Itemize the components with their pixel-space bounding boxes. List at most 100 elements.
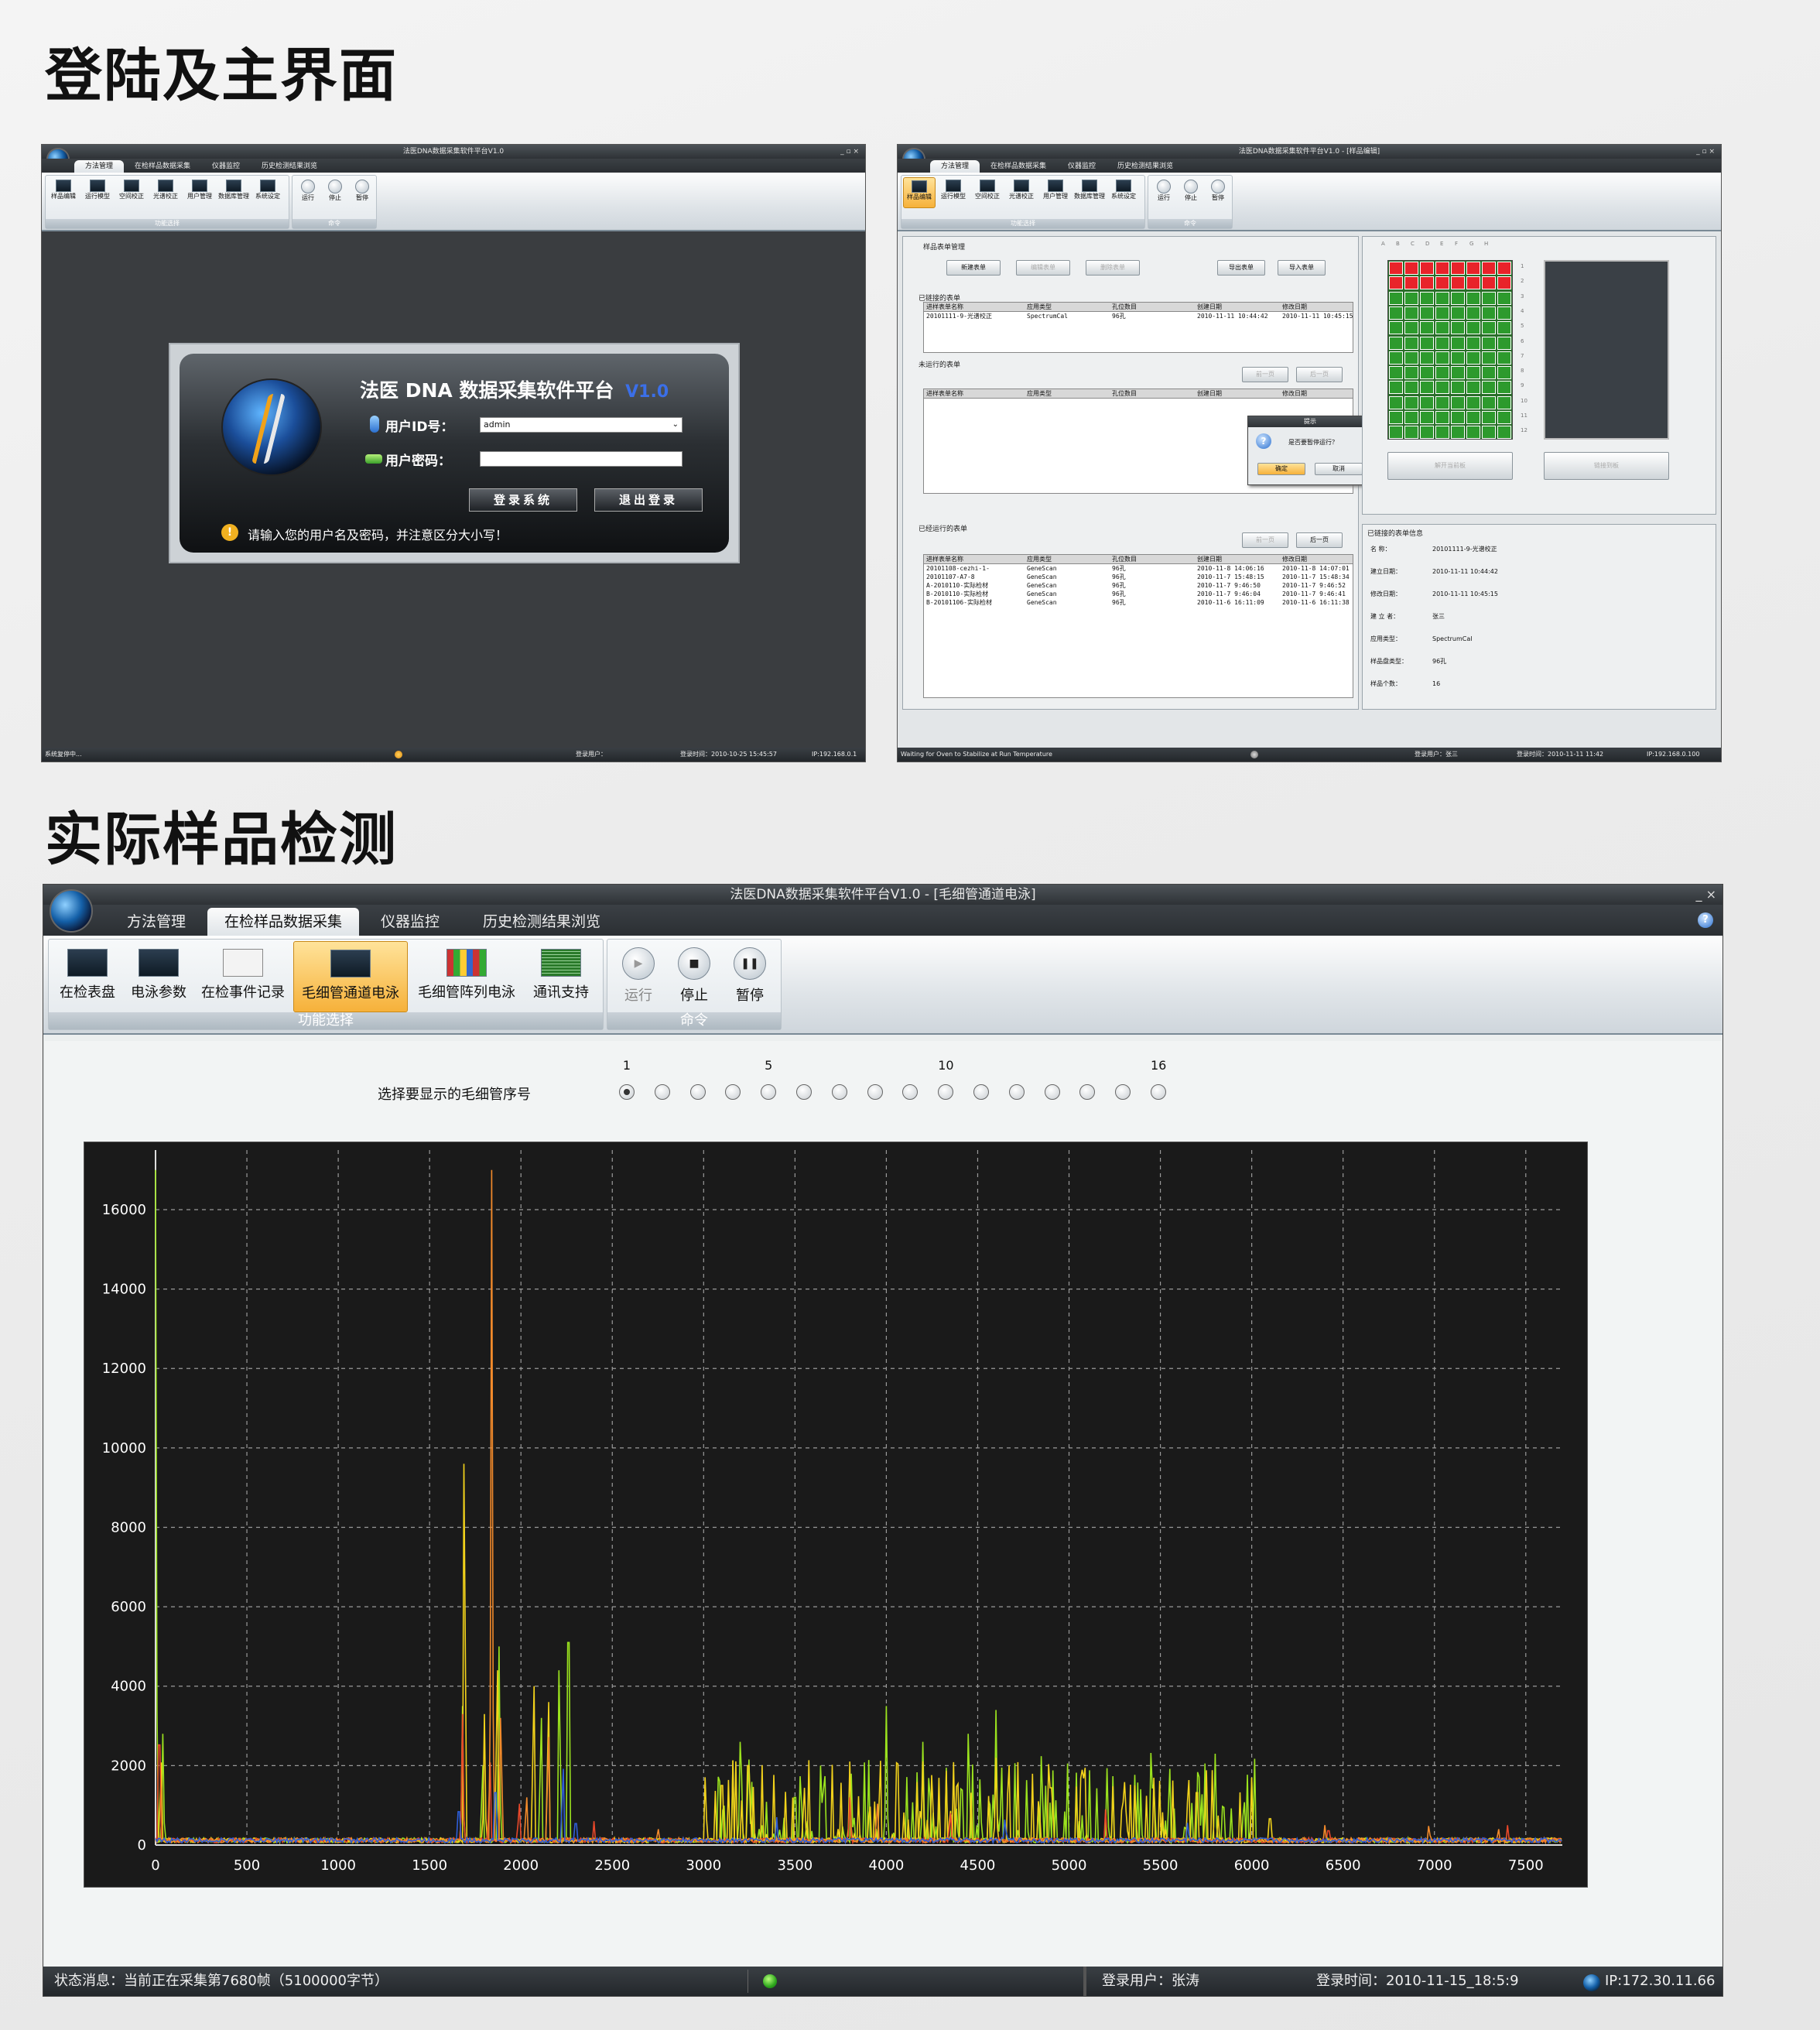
plate-well[interactable] [1420, 381, 1434, 395]
table-row[interactable]: A-2010110-实际检材 GeneScan 96孔 2010-11-7 9:46:… [924, 581, 1353, 590]
new-table-button[interactable]: 新建表单 [946, 260, 1001, 276]
ribbon-button-1[interactable]: 电泳参数 [125, 941, 193, 1012]
ribbon-button-1[interactable]: 运行模型 [937, 177, 970, 208]
column-header[interactable]: 修改日期 [1280, 555, 1353, 564]
plate-well[interactable] [1451, 381, 1465, 395]
plate-well[interactable] [1389, 336, 1403, 350]
column-header[interactable]: 应用类型 [1025, 303, 1110, 312]
column-header[interactable]: 创建日期 [1195, 389, 1280, 399]
plate-well[interactable] [1389, 291, 1403, 305]
plate-well[interactable] [1451, 306, 1465, 320]
plate-well[interactable] [1451, 262, 1465, 275]
sample-plate-grid[interactable] [1387, 260, 1513, 440]
capillary-radio-5[interactable] [761, 1084, 777, 1100]
capillary-radio-15[interactable] [1115, 1084, 1131, 1100]
plate-well[interactable] [1420, 306, 1434, 320]
plate-well[interactable] [1435, 336, 1449, 350]
command-button-2[interactable]: 暂停 [350, 177, 375, 208]
column-header[interactable]: 应用类型 [1025, 555, 1110, 564]
plate-well[interactable] [1389, 351, 1403, 365]
plate-well[interactable] [1404, 291, 1418, 305]
ribbon-button-0[interactable]: 样品编辑 [903, 177, 936, 208]
password-field[interactable] [480, 451, 682, 467]
plate-well[interactable] [1482, 321, 1496, 335]
plate-well[interactable] [1435, 262, 1449, 275]
plate-well[interactable] [1389, 395, 1403, 409]
plate-well[interactable] [1451, 321, 1465, 335]
app-logo-icon[interactable] [50, 889, 93, 933]
plate-well[interactable] [1435, 395, 1449, 409]
plate-well[interactable] [1466, 351, 1480, 365]
secondary-plate[interactable] [1544, 260, 1669, 440]
chevron-down-icon[interactable]: ⌄ [672, 418, 679, 432]
capillary-radio-3[interactable] [689, 1084, 706, 1100]
capillary-radio-4[interactable] [725, 1084, 741, 1100]
plate-well[interactable] [1404, 366, 1418, 380]
tab-history[interactable]: 历史检测结果浏览 [251, 160, 328, 173]
plate-well[interactable] [1389, 411, 1403, 424]
plate-well[interactable] [1435, 291, 1449, 305]
delete-table-button[interactable]: 删除表单 [1086, 260, 1140, 276]
tab-instrument[interactable]: 仪器监控 [1057, 160, 1107, 173]
prev-page-button[interactable]: 前一页 [1242, 367, 1288, 382]
table-row[interactable]: B-20101106-实际检材 GeneScan 96孔 2010-11-6 16:1… [924, 598, 1353, 607]
prev-page-button-2[interactable]: 前一页 [1242, 532, 1288, 548]
ribbon-button-4[interactable]: 毛细管阵列电泳 [409, 941, 524, 1012]
plate-well[interactable] [1404, 381, 1418, 395]
plate-well[interactable] [1451, 276, 1465, 290]
ribbon-button-2[interactable]: 在检事件记录 [194, 941, 292, 1012]
capillary-radio-2[interactable] [654, 1084, 670, 1100]
plate-well[interactable] [1466, 291, 1480, 305]
user-id-field[interactable]: admin ⌄ [480, 417, 682, 433]
plate-well[interactable] [1466, 262, 1480, 275]
plate-well[interactable] [1420, 426, 1434, 440]
ribbon-button-5[interactable]: 数据库管理 [1073, 177, 1106, 208]
tab-method[interactable]: 方法管理 [930, 160, 980, 173]
plate-well[interactable] [1451, 366, 1465, 380]
capillary-radio-12[interactable] [1008, 1084, 1025, 1100]
plate-well[interactable] [1404, 276, 1418, 290]
dialog-ok-button[interactable]: 确定 [1257, 463, 1305, 475]
command-button-2[interactable]: ❚❚ 暂停 [724, 941, 776, 1012]
plate-well[interactable] [1420, 276, 1434, 290]
plate-well[interactable] [1497, 262, 1511, 275]
capillary-radio-13[interactable] [1044, 1084, 1060, 1100]
capillary-radio-14[interactable] [1079, 1084, 1096, 1100]
plate-well[interactable] [1404, 395, 1418, 409]
plate-well[interactable] [1420, 366, 1434, 380]
tab-sample-collection[interactable]: 在检样品数据采集 [980, 160, 1057, 173]
table-row[interactable]: B-2010110-实际检材 GeneScan 96孔 2010-11-7 9:46:… [924, 590, 1353, 598]
plate-well[interactable] [1451, 351, 1465, 365]
plate-well[interactable] [1466, 306, 1480, 320]
capillary-radio-7[interactable] [831, 1084, 847, 1100]
column-header[interactable]: 创建日期 [1195, 303, 1280, 312]
plate-well[interactable] [1482, 262, 1496, 275]
plate-well[interactable] [1451, 426, 1465, 440]
plate-well[interactable] [1482, 366, 1496, 380]
plate-well[interactable] [1389, 321, 1403, 335]
tab-instrument[interactable]: 仪器监控 [201, 160, 251, 173]
login-button[interactable]: 登录系统 [469, 488, 577, 512]
unlink-plate-button[interactable]: 解开当前板 [1387, 452, 1513, 480]
plate-well[interactable] [1497, 426, 1511, 440]
table-row[interactable]: 20101107-A7-8 GeneScan 96孔 2010-11-7 15:48:… [924, 573, 1353, 581]
tab-history[interactable]: 历史检测结果浏览 [1107, 160, 1184, 173]
plate-well[interactable] [1451, 395, 1465, 409]
column-header[interactable]: 创建日期 [1195, 555, 1280, 564]
capillary-radio-10[interactable] [938, 1084, 954, 1100]
plate-well[interactable] [1466, 366, 1480, 380]
ribbon-button-2[interactable]: 空间校正 [115, 177, 148, 208]
plate-well[interactable] [1497, 411, 1511, 424]
column-header[interactable]: 孔位数目 [1110, 555, 1195, 564]
plate-well[interactable] [1466, 321, 1480, 335]
plate-well[interactable] [1435, 426, 1449, 440]
capillary-radio-9[interactable] [902, 1084, 919, 1100]
plate-well[interactable] [1497, 351, 1511, 365]
column-header[interactable]: 进样表单名称 [924, 303, 1025, 312]
plate-well[interactable] [1482, 276, 1496, 290]
command-button-1[interactable]: 停止 [323, 177, 347, 208]
plate-well[interactable] [1497, 381, 1511, 395]
next-page-button-2[interactable]: 后一页 [1296, 532, 1343, 548]
plate-well[interactable] [1497, 291, 1511, 305]
help-icon[interactable]: ? [1698, 912, 1713, 928]
